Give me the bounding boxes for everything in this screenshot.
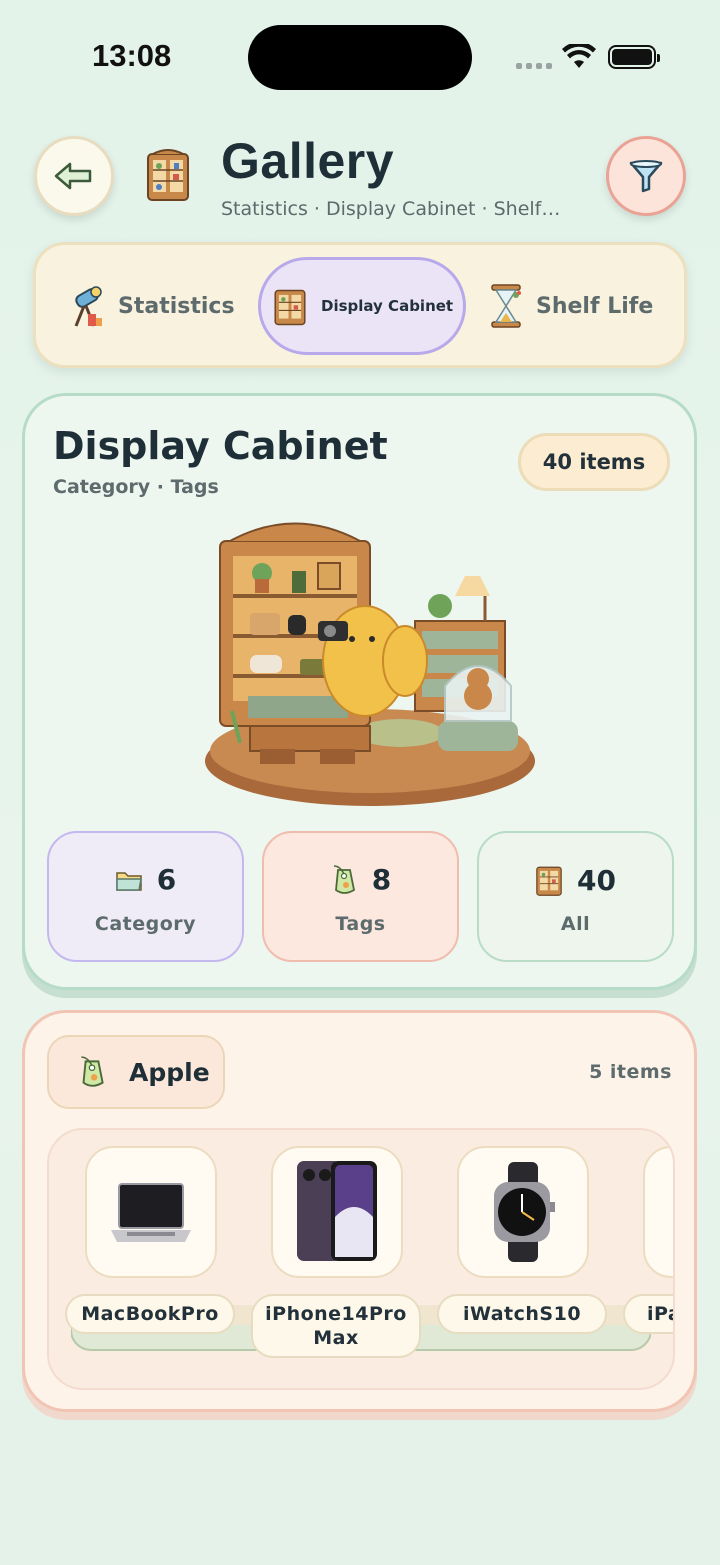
- tag-icon: [333, 864, 355, 894]
- page-subtitle: Statistics · Display Cabinet · Shelf…: [221, 198, 561, 220]
- hourglass-icon: [491, 284, 521, 328]
- item-label-macbook: MacBookPro: [65, 1294, 235, 1334]
- item-card-macbook[interactable]: [85, 1146, 217, 1278]
- item-label-iwatch: iWatchS10: [437, 1294, 607, 1334]
- segmented-tabs: Statistics Display Cabinet Shelf Life: [33, 242, 687, 368]
- tab-statistics-label: Statistics: [118, 293, 235, 319]
- stat-tags[interactable]: 8 Tags: [262, 831, 459, 962]
- status-time: 13:08: [92, 38, 172, 73]
- stat-all-label: All: [560, 913, 591, 935]
- watch-icon: [494, 1162, 555, 1262]
- brand-name: Apple: [129, 1057, 210, 1087]
- stat-tags-value: 8: [371, 863, 392, 896]
- item-card-ipad[interactable]: [643, 1146, 673, 1278]
- stat-all[interactable]: 40 All: [477, 831, 674, 962]
- laptop-icon: [111, 1183, 191, 1242]
- signal-icon: [516, 63, 552, 69]
- tab-statistics[interactable]: Statistics: [66, 257, 235, 355]
- item-card-iphone[interactable]: [271, 1146, 403, 1278]
- folder-icon: [116, 871, 142, 891]
- item-shelf[interactable]: MacBookPro iPhone14Pro Max iWatchS10 iPa: [47, 1128, 675, 1390]
- back-arrow-icon: [54, 162, 92, 190]
- tag-icon: [81, 1056, 104, 1087]
- cabinet-count-badge: 40 items: [518, 433, 670, 491]
- stat-all-value: 40: [577, 863, 616, 897]
- tab-display-cabinet-label: Display Cabinet: [321, 297, 454, 315]
- brand-tag-pill[interactable]: Apple: [47, 1035, 225, 1109]
- stat-tags-label: Tags: [335, 913, 386, 935]
- tab-shelf-life-label: Shelf Life: [536, 293, 654, 319]
- cabinet-illustration: [205, 522, 535, 806]
- stat-category[interactable]: 6 Category: [47, 831, 244, 962]
- dynamic-island: [248, 25, 472, 90]
- status-bar: 13:08: [0, 0, 720, 110]
- wifi-icon: [562, 44, 596, 68]
- back-button[interactable]: [34, 136, 114, 216]
- telescope-icon: [74, 286, 102, 327]
- brand-item-count: 5 items: [589, 1061, 672, 1083]
- filter-button[interactable]: [606, 136, 686, 216]
- cabinet-icon: [536, 866, 562, 896]
- item-label-ipad: iPa: [623, 1294, 673, 1334]
- cabinet-icon: [274, 289, 306, 326]
- phone-icon: [297, 1161, 377, 1261]
- item-label-iphone: iPhone14Pro Max: [251, 1294, 421, 1358]
- tab-display-cabinet[interactable]: Display Cabinet: [258, 257, 466, 355]
- cabinet-icon: [147, 149, 189, 201]
- cabinet-title: Display Cabinet: [53, 424, 388, 468]
- funnel-icon: [629, 160, 663, 193]
- cabinet-subtitle: Category · Tags: [53, 476, 219, 498]
- display-cabinet-card: Display Cabinet Category · Tags 40 items: [22, 393, 697, 990]
- page-title: Gallery: [221, 133, 395, 189]
- brand-section-card: Apple 5 items MacBookPro iPhone14Pro Max…: [22, 1010, 697, 1412]
- stat-category-label: Category: [94, 913, 197, 935]
- item-card-iwatch[interactable]: [457, 1146, 589, 1278]
- battery-icon: [608, 45, 660, 69]
- tab-shelf-life[interactable]: Shelf Life: [488, 257, 653, 355]
- stat-category-value: 6: [156, 863, 177, 896]
